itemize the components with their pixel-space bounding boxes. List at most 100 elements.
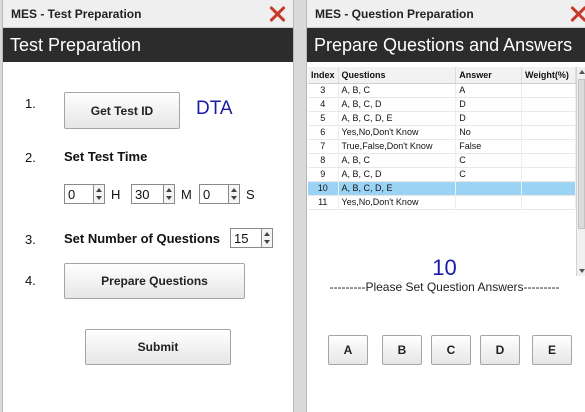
row-weight[interactable] bbox=[521, 111, 576, 126]
window-title: MES - Test Preparation bbox=[11, 7, 142, 21]
row-index: 8 bbox=[308, 153, 339, 168]
table-row[interactable]: 6 Yes,No,Don't Know No bbox=[308, 125, 576, 140]
hours-spinner[interactable]: 0 bbox=[64, 184, 105, 204]
table-scrollbar[interactable] bbox=[576, 67, 585, 276]
row-weight[interactable] bbox=[521, 125, 576, 140]
table-row[interactable]: 9 A, B, C, D C bbox=[308, 167, 576, 182]
minutes-spinner[interactable]: 30 bbox=[131, 184, 175, 204]
questions-table: Index Questions Answer Weight(%) 3 A, B,… bbox=[308, 67, 576, 210]
title-bar: MES - Test Preparation bbox=[3, 0, 293, 28]
spinner-arrows[interactable] bbox=[228, 185, 239, 203]
row-weight[interactable] bbox=[521, 139, 576, 154]
scroll-up-icon[interactable] bbox=[579, 70, 585, 74]
row-index: 7 bbox=[308, 139, 339, 154]
hours-unit: H bbox=[111, 187, 121, 202]
minutes-value: 30 bbox=[135, 187, 150, 202]
arrow-down-icon[interactable] bbox=[231, 196, 237, 200]
column-header-weight[interactable]: Weight(%) bbox=[521, 67, 576, 84]
get-test-id-button[interactable]: Get Test ID bbox=[64, 92, 180, 129]
table-row[interactable]: 5 A, B, C, D, E D bbox=[308, 111, 576, 126]
column-header-questions[interactable]: Questions bbox=[338, 67, 457, 84]
row-index: 11 bbox=[308, 195, 339, 210]
seconds-unit: S bbox=[246, 187, 255, 202]
row-index: 6 bbox=[308, 125, 339, 140]
submit-button[interactable]: Submit bbox=[85, 329, 231, 365]
close-icon[interactable] bbox=[568, 4, 585, 24]
minutes-unit: M bbox=[181, 187, 192, 202]
row-answer: C bbox=[455, 153, 523, 168]
page-header: Prepare Questions and Answers bbox=[307, 28, 585, 62]
step-2-number: 2. bbox=[25, 150, 36, 165]
column-header-answer[interactable]: Answer bbox=[455, 67, 523, 84]
test-preparation-window: MES - Test Preparation Test Preparation … bbox=[2, 0, 294, 412]
row-index: 4 bbox=[308, 97, 339, 112]
answer-button-e[interactable]: E bbox=[532, 335, 572, 365]
test-id-value: DTA bbox=[196, 98, 233, 119]
answer-button-b[interactable]: B bbox=[382, 335, 422, 365]
row-question: A, B, C, D, E bbox=[338, 111, 457, 126]
row-question: Yes,No,Don't Know bbox=[338, 125, 457, 140]
step-3-number: 3. bbox=[25, 232, 36, 247]
arrow-down-icon[interactable] bbox=[264, 240, 270, 244]
row-question: A, B, C, D, E bbox=[338, 181, 457, 196]
row-weight[interactable] bbox=[521, 195, 576, 210]
answer-button-a[interactable]: A bbox=[328, 335, 368, 365]
row-question: A, B, C, D bbox=[338, 97, 457, 112]
row-question: Yes,No,Don't Know bbox=[338, 195, 457, 210]
table-row[interactable]: 11 Yes,No,Don't Know bbox=[308, 195, 576, 210]
column-header-index[interactable]: Index bbox=[308, 67, 339, 84]
arrow-down-icon[interactable] bbox=[166, 196, 172, 200]
seconds-value: 0 bbox=[203, 187, 211, 202]
row-weight[interactable] bbox=[521, 167, 576, 182]
table-header-row: Index Questions Answer Weight(%) bbox=[308, 67, 576, 84]
row-question: A, B, C bbox=[338, 83, 457, 98]
page-header: Test Preparation bbox=[3, 28, 293, 62]
arrow-down-icon[interactable] bbox=[96, 196, 102, 200]
row-index: 9 bbox=[308, 167, 339, 182]
question-preparation-window: MES - Question Preparation Prepare Quest… bbox=[306, 0, 585, 412]
hours-value: 0 bbox=[68, 187, 76, 202]
arrow-up-icon[interactable] bbox=[166, 188, 172, 192]
table-row[interactable]: 3 A, B, C A bbox=[308, 83, 576, 98]
table-row[interactable]: 8 A, B, C C bbox=[308, 153, 576, 168]
seconds-spinner[interactable]: 0 bbox=[199, 184, 240, 204]
set-number-of-questions-label: Set Number of Questions bbox=[64, 231, 221, 246]
close-icon[interactable] bbox=[267, 4, 287, 24]
table-row-selected[interactable]: 10 A, B, C, D, E bbox=[308, 181, 576, 196]
row-weight[interactable] bbox=[521, 83, 576, 98]
arrow-up-icon[interactable] bbox=[96, 188, 102, 192]
row-weight[interactable] bbox=[521, 97, 576, 112]
spinner-arrows[interactable] bbox=[163, 185, 174, 203]
number-of-questions-spinner[interactable]: 15 bbox=[230, 228, 273, 248]
row-answer: False bbox=[455, 139, 523, 154]
set-test-time-label: Set Test Time bbox=[64, 149, 148, 164]
title-bar: MES - Question Preparation bbox=[307, 0, 585, 28]
row-weight[interactable] bbox=[521, 153, 576, 168]
arrow-up-icon[interactable] bbox=[231, 188, 237, 192]
row-answer: A bbox=[455, 83, 523, 98]
row-index: 3 bbox=[308, 83, 339, 98]
spinner-arrows[interactable] bbox=[261, 229, 272, 247]
row-question: A, B, C, D bbox=[338, 167, 457, 182]
step-1-number: 1. bbox=[25, 96, 36, 111]
table-row[interactable]: 7 True,False,Don't Know False bbox=[308, 139, 576, 154]
answer-button-c[interactable]: C bbox=[431, 335, 471, 365]
row-weight[interactable] bbox=[521, 181, 576, 196]
row-answer: D bbox=[455, 97, 523, 112]
scrollbar-thumb[interactable] bbox=[578, 79, 585, 229]
row-question: True,False,Don't Know bbox=[338, 139, 457, 154]
spinner-arrows[interactable] bbox=[93, 185, 104, 203]
instruction-text: ---------Please Set Question Answers----… bbox=[329, 280, 560, 294]
row-answer bbox=[455, 181, 523, 196]
prepare-questions-button[interactable]: Prepare Questions bbox=[64, 263, 245, 299]
number-of-questions-value: 15 bbox=[234, 231, 249, 246]
window-title: MES - Question Preparation bbox=[315, 7, 474, 21]
row-index: 10 bbox=[308, 181, 339, 196]
step-4-number: 4. bbox=[25, 273, 36, 288]
table-row[interactable]: 4 A, B, C, D D bbox=[308, 97, 576, 112]
current-question-number: 10 bbox=[432, 255, 457, 280]
answer-button-d[interactable]: D bbox=[480, 335, 520, 365]
arrow-up-icon[interactable] bbox=[264, 232, 270, 236]
row-answer bbox=[455, 195, 523, 210]
row-answer: No bbox=[455, 125, 523, 140]
